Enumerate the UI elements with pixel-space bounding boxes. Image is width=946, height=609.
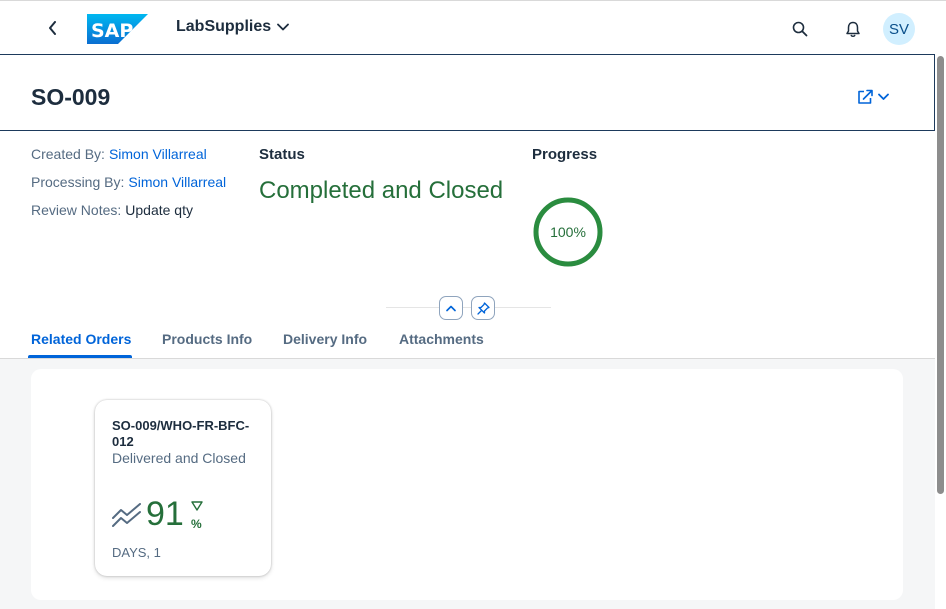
attribute-label: Review Notes:: [31, 202, 122, 218]
search-button[interactable]: [786, 15, 814, 43]
pin-icon: [476, 301, 490, 315]
app-title: LabSupplies: [176, 18, 272, 35]
notifications-button[interactable]: [839, 15, 867, 43]
shell-bar: SAP LabSupplies SV: [0, 0, 946, 54]
sap-logo[interactable]: SAP: [87, 14, 148, 44]
progress-label: 100%: [550, 224, 586, 240]
review-notes-value: Update qty: [125, 202, 193, 218]
tab-related-orders[interactable]: Related Orders: [31, 331, 131, 347]
attribute-label: Processing By:: [31, 174, 125, 190]
user-avatar[interactable]: SV: [883, 13, 915, 45]
created-by-link[interactable]: Simon Villarreal: [109, 146, 207, 162]
object-title-bar: SO-009: [0, 54, 935, 131]
tab-products-info[interactable]: Products Info: [162, 331, 252, 347]
svg-text:SAP: SAP: [91, 20, 133, 42]
kpi-unit: %: [191, 517, 202, 531]
share-icon: [858, 89, 873, 104]
object-title: SO-009: [31, 84, 111, 110]
status-value: Completed and Closed: [259, 177, 504, 204]
tab-bar: Related Orders Products Info Delivery In…: [0, 321, 935, 359]
attribute-label: Created By:: [31, 146, 105, 162]
back-button[interactable]: [40, 14, 66, 42]
chevron-up-icon: [446, 305, 456, 311]
bell-icon: [846, 21, 860, 37]
kpi-value: 91: [146, 495, 184, 533]
tab-delivery-info[interactable]: Delivery Info: [283, 331, 367, 347]
status-title: Status: [259, 146, 305, 163]
attribute-created-by: Created By: Simon Villarreal: [31, 146, 207, 162]
active-tab-indicator: [28, 355, 132, 358]
chevron-down-icon: [878, 93, 889, 100]
card-title: SO-009/WHO-FR-BFC-012: [112, 418, 250, 449]
collapse-header-button[interactable]: [439, 296, 463, 320]
header-divider: [386, 307, 551, 308]
attribute-review-notes: Review Notes: Update qty: [31, 202, 193, 218]
processing-by-link[interactable]: Simon Villarreal: [128, 174, 226, 190]
app-title-menu[interactable]: LabSupplies: [176, 18, 290, 36]
scrollbar-thumb[interactable]: [937, 56, 944, 494]
trend-down-icon: [191, 501, 203, 511]
card-footer: DAYS, 1: [112, 545, 161, 560]
pin-header-button[interactable]: [471, 296, 495, 320]
attribute-processing-by: Processing By: Simon Villarreal: [31, 174, 226, 190]
share-menu-button[interactable]: [857, 89, 889, 105]
tab-attachments[interactable]: Attachments: [399, 331, 484, 347]
related-order-card[interactable]: SO-009/WHO-FR-BFC-012 Delivered and Clos…: [95, 400, 271, 576]
card-subtitle: Delivered and Closed: [112, 450, 246, 466]
search-icon: [792, 21, 808, 37]
chevron-left-icon: [49, 21, 56, 35]
chevron-down-icon: [277, 23, 290, 31]
progress-title: Progress: [532, 146, 598, 163]
trend-line-icon: [112, 503, 141, 527]
